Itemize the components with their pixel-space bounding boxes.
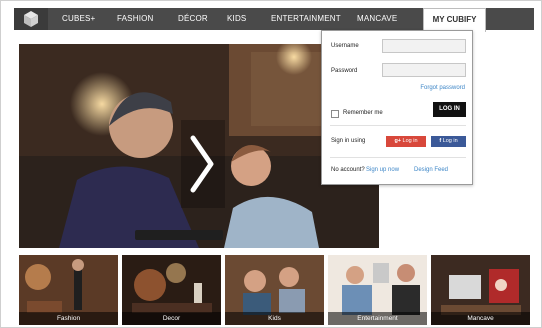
- nav-decor[interactable]: DÉCOR: [178, 8, 208, 30]
- tile-label: Decor: [122, 312, 221, 325]
- remember-me-label: Remember me: [343, 110, 383, 116]
- nav-kids[interactable]: KIDS: [227, 8, 246, 30]
- no-account-text: No account?: [331, 167, 365, 173]
- facebook-login-button[interactable]: f Log in: [431, 136, 466, 147]
- cubify-logo[interactable]: [14, 8, 48, 30]
- tile-label: Mancave: [431, 312, 530, 325]
- username-label: Username: [331, 43, 359, 49]
- separator: [330, 157, 466, 158]
- tile-entertainment[interactable]: Entertainment: [328, 255, 427, 325]
- tile-label: Fashion: [19, 312, 118, 325]
- design-feed-link[interactable]: Design Feed: [414, 167, 448, 173]
- chevron-right-icon: [190, 135, 214, 193]
- forgot-password-link[interactable]: Forgot password: [420, 85, 465, 91]
- remember-me-checkbox[interactable]: [331, 110, 339, 118]
- tile-fashion[interactable]: Fashion: [19, 255, 118, 325]
- sign-in-using-label: Sign in using: [331, 138, 366, 144]
- sign-up-link[interactable]: Sign up now: [366, 167, 399, 173]
- hero-next-arrow[interactable]: [181, 120, 225, 208]
- facebook-icon: f: [439, 138, 442, 144]
- facebook-login-text: Log in: [442, 138, 458, 144]
- login-button[interactable]: LOG IN: [433, 102, 466, 117]
- tile-kids[interactable]: Kids: [225, 255, 324, 325]
- google-login-text: Log in: [402, 138, 418, 144]
- tile-label: Kids: [225, 312, 324, 325]
- cube-logo-icon: [24, 11, 38, 27]
- login-panel: Username Password Forgot password Rememb…: [321, 30, 473, 185]
- top-nav: CUBES+ FASHION DÉCOR KIDS ENTERTAINMENT …: [14, 8, 534, 32]
- tile-mancave[interactable]: Mancave: [431, 255, 530, 325]
- tile-label: Entertainment: [328, 312, 427, 325]
- username-input[interactable]: [382, 39, 466, 53]
- nav-entertainment[interactable]: ENTERTAINMENT: [271, 8, 341, 30]
- password-label: Password: [331, 68, 358, 74]
- category-tiles: Fashion Decor Kids Entertainment Mancave: [19, 255, 530, 325]
- tile-decor[interactable]: Decor: [122, 255, 221, 325]
- nav-cubes[interactable]: CUBES+: [62, 8, 95, 30]
- nav-mancave[interactable]: MANCAVE: [357, 8, 397, 30]
- separator: [330, 125, 466, 126]
- nav-my-cubify[interactable]: MY CUBIFY: [423, 8, 486, 32]
- nav-fashion[interactable]: FASHION: [117, 8, 154, 30]
- password-input[interactable]: [382, 63, 466, 77]
- google-plus-icon: g+: [394, 138, 402, 144]
- google-login-button[interactable]: g+ Log in: [386, 136, 426, 147]
